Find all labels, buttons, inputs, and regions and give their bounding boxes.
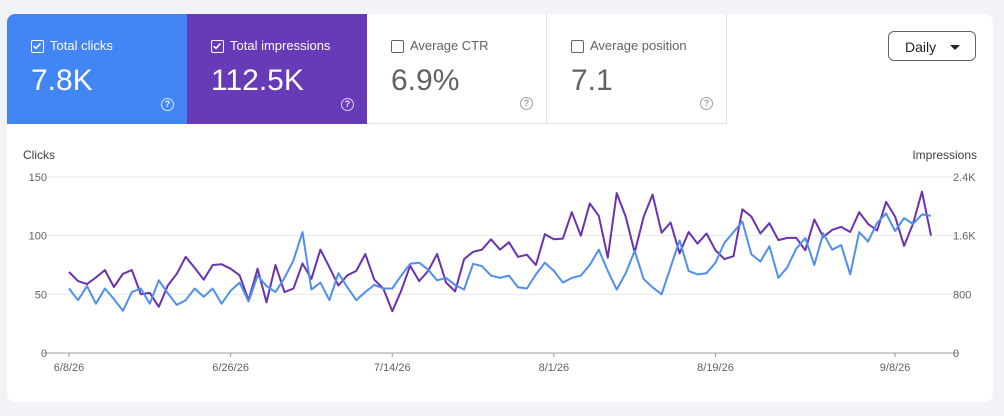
- left-tick-label: 150: [29, 172, 47, 184]
- left-tick-label: 0: [41, 348, 47, 360]
- right-tick-label: 2.4K: [953, 172, 976, 184]
- performance-chart: Clicks Impressions 0 50 100 150 0 800 1.6K 2.4K 6/…: [23, 148, 977, 374]
- left-axis-title: Clicks: [23, 148, 55, 162]
- left-tick-label: 50: [35, 289, 47, 301]
- performance-card: Total clicks 7.8K ? Total impressions 11…: [7, 14, 993, 402]
- left-tick-label: 100: [29, 231, 47, 243]
- x-tick-label: 7/14/26: [374, 362, 411, 374]
- x-tick-label: 6/8/26: [54, 362, 85, 374]
- right-tick-label: 0: [953, 348, 959, 360]
- x-tick-label: 6/26/26: [212, 362, 249, 374]
- right-tick-label: 1.6K: [953, 231, 976, 243]
- x-tick-label: 8/19/26: [697, 362, 734, 374]
- series-impressions-line: [68, 190, 932, 313]
- x-tick-label: 8/1/26: [539, 362, 570, 374]
- series-clicks-line: [68, 212, 932, 312]
- right-tick-label: 800: [953, 289, 971, 301]
- right-axis-title: Impressions: [912, 148, 977, 162]
- x-tick-label: 9/8/26: [880, 362, 911, 374]
